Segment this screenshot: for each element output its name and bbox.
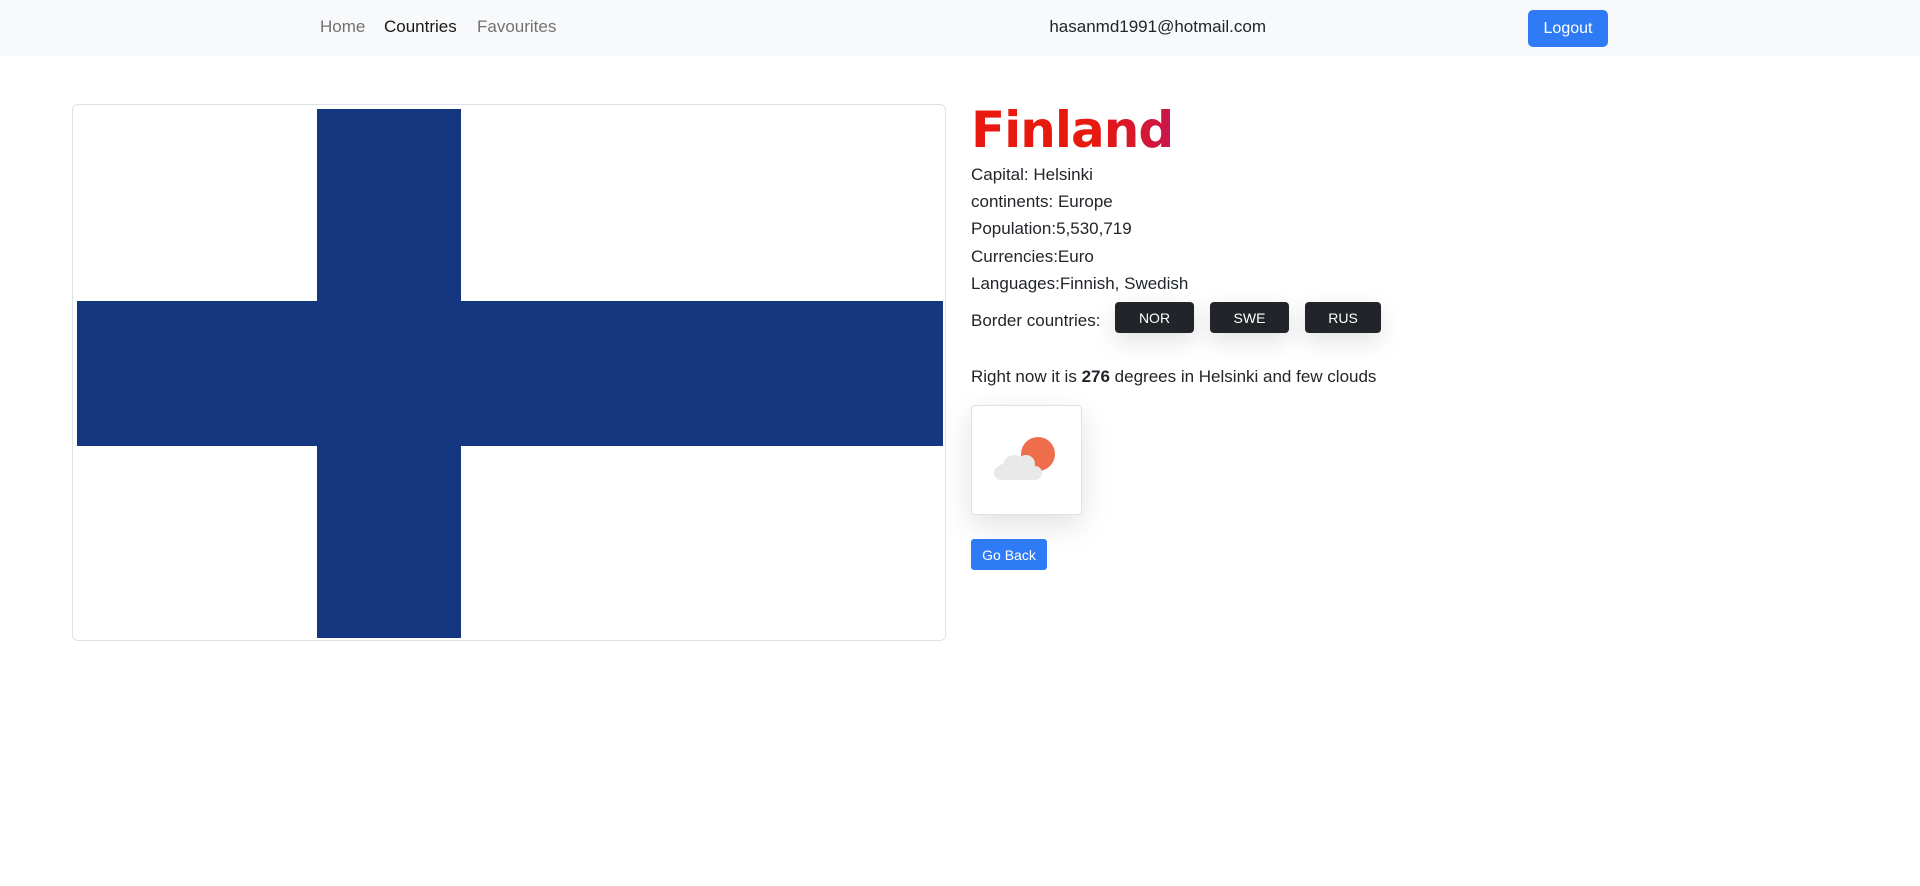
nav-home-link[interactable]: Home	[320, 17, 365, 37]
weather-summary: Right now it is 276 degrees in Helsinki …	[971, 367, 1376, 387]
weather-suffix: degrees in Helsinki and few clouds	[1114, 367, 1377, 386]
nav-favourites-link[interactable]: Favourites	[477, 17, 556, 37]
user-email: hasanmd1991@hotmail.com	[1049, 17, 1266, 36]
flag-card	[72, 104, 946, 641]
population-text: Population:5,530,719	[971, 219, 1132, 238]
finland-flag-image	[77, 109, 943, 638]
languages-text: Languages:Finnish, Swedish	[971, 274, 1189, 293]
weather-icon-card	[971, 405, 1082, 515]
go-back-button[interactable]: Go Back	[971, 539, 1047, 570]
border-country-button-rus[interactable]: RUS	[1305, 302, 1381, 333]
weather-temperature: 276	[1081, 367, 1110, 386]
continents-text: continents: Europe	[971, 192, 1113, 211]
border-countries-label: Border countries:	[971, 311, 1101, 330]
border-country-button-nor[interactable]: NOR	[1115, 302, 1194, 333]
capital-text: Capital: Helsinki	[971, 165, 1093, 184]
country-name: Finland	[971, 101, 1174, 159]
nav-countries-link[interactable]: Countries	[384, 17, 457, 37]
weather-prefix: Right now it is	[971, 367, 1077, 386]
border-country-button-swe[interactable]: SWE	[1210, 302, 1289, 333]
top-navbar: Home Countries Favourites hasanmd1991@ho…	[0, 0, 1920, 56]
currencies-text: Currencies:Euro	[971, 247, 1094, 266]
logout-button[interactable]: Logout	[1528, 10, 1608, 47]
flag-horizontal-bar	[77, 301, 943, 446]
few-clouds-day-icon	[994, 437, 1055, 480]
